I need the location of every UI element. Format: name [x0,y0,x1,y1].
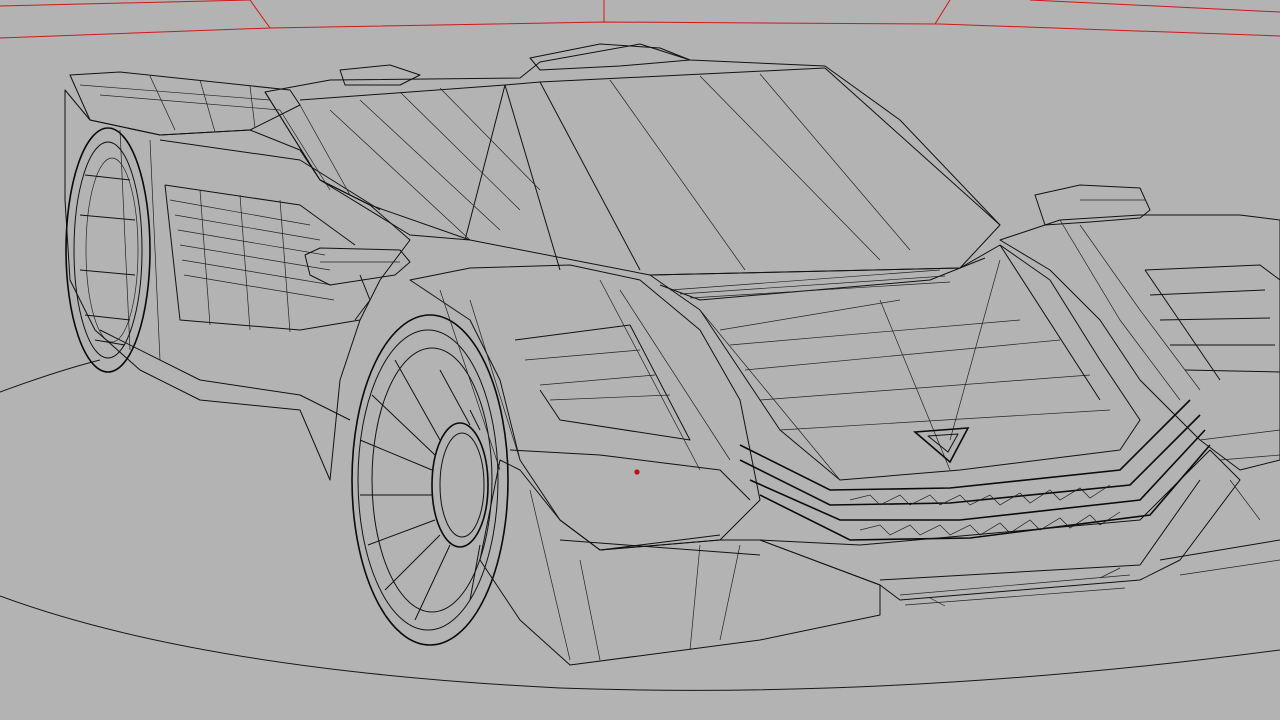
right-mirror [1034,184,1151,226]
car-left-side [64,89,411,481]
left-mirror [304,247,411,321]
viewport-canvas[interactable] [0,0,1280,720]
front-right-fender [999,214,1280,576]
ground-plane-ellipse [0,359,1280,691]
hood-emblem [913,427,970,464]
rear-left-wheel [65,127,151,373]
3d-viewport[interactable] [0,0,1280,720]
car-wireframe-model[interactable] [64,43,1280,666]
car-canopy [264,43,1001,276]
pivot-point-marker[interactable] [634,469,640,475]
front-left-fender [409,264,761,551]
car-hood [649,244,1141,481]
rear-spoiler [69,43,691,136]
scene-boundary-lines [0,0,1280,39]
front-left-wheel [351,314,509,646]
